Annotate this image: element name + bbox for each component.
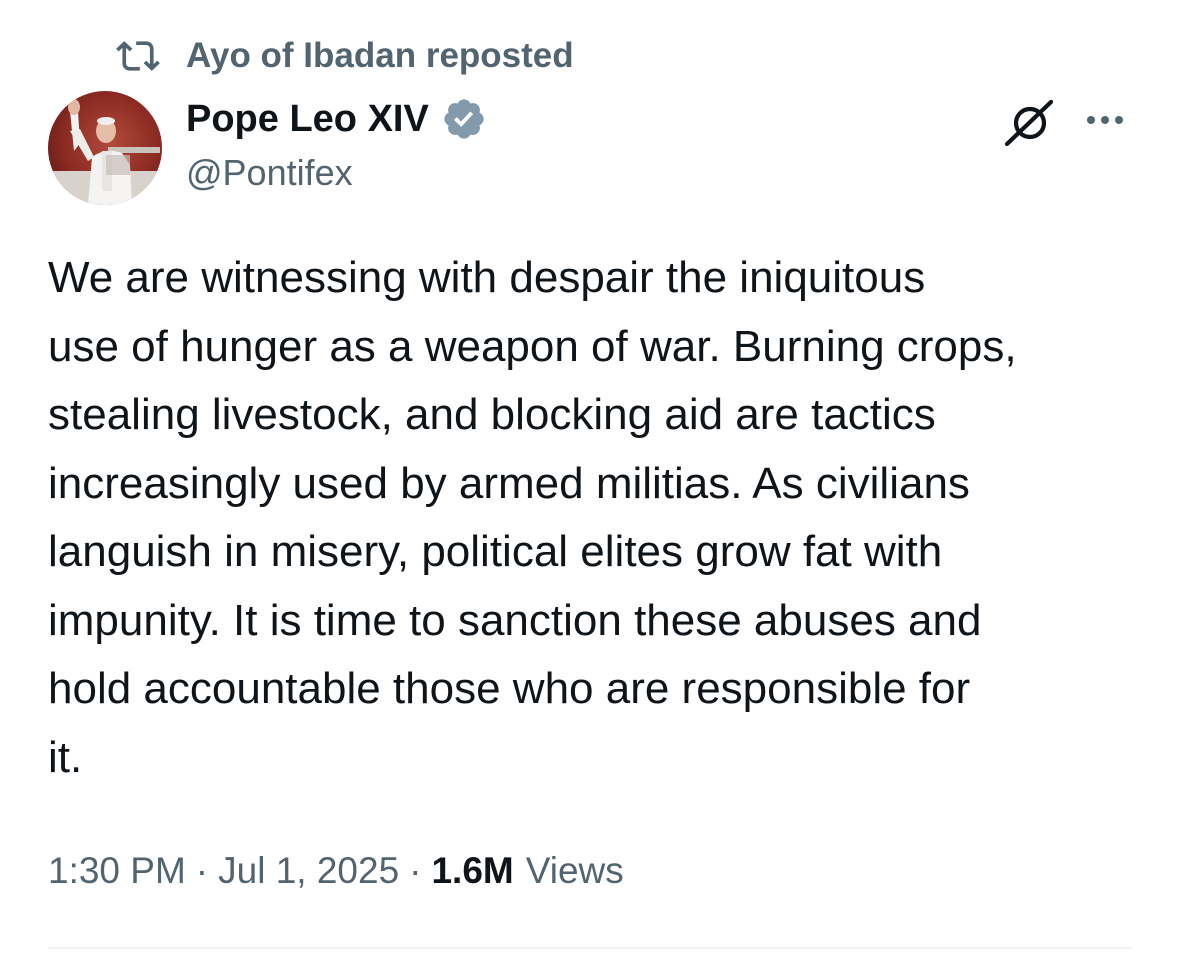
repost-icon: [116, 34, 160, 78]
tweet-time[interactable]: 1:30 PM: [48, 850, 186, 892]
tweet-line: stealing livestock, and blocking aid are…: [48, 390, 936, 439]
meta-separator: ·: [409, 850, 422, 891]
divider: [48, 947, 1132, 949]
tweet-text: We are witnessing with despair the iniqu…: [48, 244, 1148, 792]
tweet-line: We are witnessing with despair the iniqu…: [48, 253, 926, 302]
tweet-meta: 1:30 PM · Jul 1, 2025 · 1.6M Views: [48, 848, 624, 894]
more-icon[interactable]: [1080, 100, 1130, 140]
author-handle[interactable]: @Pontifex: [186, 152, 353, 194]
repost-context[interactable]: Ayo of Ibadan reposted: [116, 34, 574, 78]
repost-label: Ayo of Ibadan reposted: [186, 36, 574, 75]
avatar[interactable]: [48, 91, 162, 205]
tweet-date[interactable]: Jul 1, 2025: [218, 850, 399, 892]
meta-separator: ·: [195, 850, 209, 891]
author-name-row[interactable]: Pope Leo XIV: [186, 96, 487, 142]
tweet-line: hold accountable those who are responsib…: [48, 664, 971, 713]
tweet-line: use of hunger as a weapon of war. Burnin…: [48, 321, 1017, 371]
verified-badge-icon[interactable]: [441, 96, 487, 142]
tweet-line: languish in misery, political elites gro…: [48, 527, 943, 576]
views-count: 1.6M: [431, 850, 514, 891]
tweet-line: increasingly used by armed militias. As …: [48, 458, 970, 508]
tweet-line: impunity. It is time to sanction these a…: [48, 595, 982, 645]
grok-icon[interactable]: [1000, 98, 1058, 148]
author-display-name[interactable]: Pope Leo XIV: [186, 98, 429, 141]
tweet-line: it.: [48, 732, 83, 782]
views-label: Views: [525, 850, 624, 891]
